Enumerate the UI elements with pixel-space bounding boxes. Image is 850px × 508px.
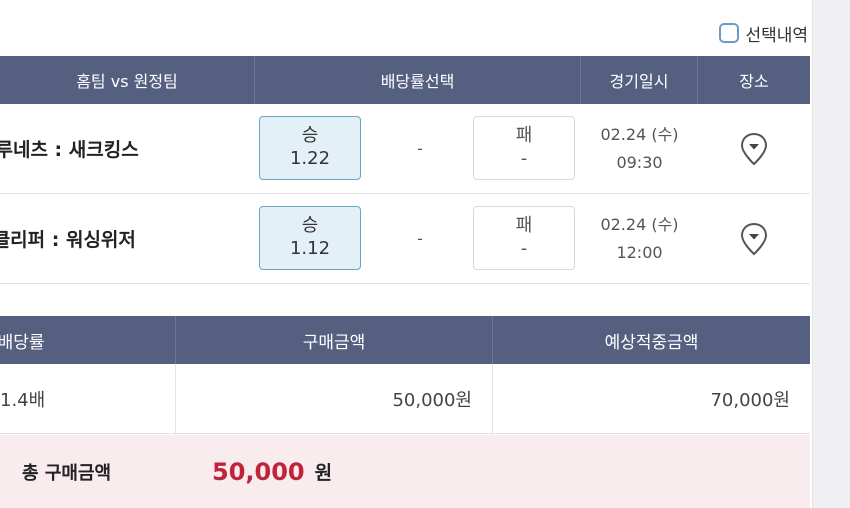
summary-header-odds-label: 상배당률 bbox=[0, 332, 45, 353]
expected-win-value: 70,000원 bbox=[710, 389, 790, 411]
match-teams-label: A클리퍼 : 워싱위저 bbox=[0, 229, 136, 251]
match-teams: A클리퍼 : 워싱위저 bbox=[0, 225, 255, 252]
match-datetime: 02.24 (수) 09:30 bbox=[581, 121, 698, 177]
header-odds: 배당률선택 bbox=[255, 56, 581, 104]
header-time: 경기일시 bbox=[581, 56, 698, 104]
draw-odds: - bbox=[417, 229, 423, 248]
win-label: 승 bbox=[301, 215, 319, 236]
loss-odds-button[interactable]: 패 - bbox=[473, 116, 575, 180]
summary-header-purchase: 구매금액 bbox=[176, 316, 493, 364]
win-label: 승 bbox=[301, 125, 319, 146]
location-pin-icon[interactable] bbox=[739, 222, 769, 256]
summary-header: 상배당률 구매금액 예상적중금액 bbox=[0, 316, 810, 364]
location-pin-icon[interactable] bbox=[739, 132, 769, 166]
match-teams-label: 브루네츠 : 새크킹스 bbox=[0, 139, 139, 161]
total-purchase-unit: 원 bbox=[314, 462, 333, 484]
win-odds-value: 1.22 bbox=[289, 148, 331, 169]
summary-values: 1.4배 50,000원 70,000원 bbox=[0, 364, 810, 434]
match-table-header: 홈팀 vs 원정팀 배당률선택 경기일시 장소 bbox=[0, 56, 810, 104]
match-row: 브루네츠 : 새크킹스 승 1.22 - 패 - 02.24 (수) 09:30 bbox=[0, 104, 810, 194]
odds-cell: 승 1.22 - 패 - bbox=[255, 104, 581, 193]
header-venue: 장소 bbox=[739, 72, 769, 91]
win-odds-button[interactable]: 승 1.22 bbox=[259, 116, 361, 180]
select-history-toggle[interactable]: 선택내역 bbox=[719, 20, 808, 46]
win-odds-button[interactable]: 승 1.12 bbox=[259, 206, 361, 270]
loss-label: 패 bbox=[515, 125, 533, 146]
loss-odds-button[interactable]: 패 - bbox=[473, 206, 575, 270]
total-purchase-amount: 50,000 bbox=[212, 457, 305, 486]
loss-odds-value: - bbox=[520, 238, 528, 259]
match-date: 02.24 (수) bbox=[600, 214, 679, 234]
draw-odds: - bbox=[417, 139, 423, 158]
match-date: 02.24 (수) bbox=[600, 124, 679, 144]
match-row: A클리퍼 : 워싱위저 승 1.12 - 패 - 02.24 (수) 12:00 bbox=[0, 194, 810, 284]
loss-odds-value: - bbox=[520, 148, 528, 169]
venue-cell bbox=[698, 132, 810, 166]
purchase-amount-value: 50,000원 bbox=[176, 364, 493, 433]
betting-slip: 선택내역 홈팀 vs 원정팀 배당률선택 경기일시 장소 브루네츠 : 새크킹스… bbox=[0, 0, 810, 508]
match-time: 09:30 bbox=[616, 152, 663, 172]
total-purchase-bar: 총 구매금액 50,000 원 bbox=[0, 435, 810, 508]
match-teams: 브루네츠 : 새크킹스 bbox=[0, 135, 255, 162]
odds-cell: 승 1.12 - 패 - bbox=[255, 194, 581, 283]
total-purchase-label: 총 구매금액 bbox=[22, 462, 112, 484]
total-odds-value: 1.4배 bbox=[0, 364, 176, 433]
summary-header-expected: 예상적중금액 bbox=[604, 332, 699, 353]
header-teams: 홈팀 vs 원정팀 bbox=[0, 56, 255, 104]
summary-header-odds: 상배당률 bbox=[0, 316, 176, 364]
match-time: 12:00 bbox=[616, 242, 663, 262]
loss-label: 패 bbox=[515, 215, 533, 236]
win-odds-value: 1.12 bbox=[289, 238, 331, 259]
side-rail bbox=[812, 0, 850, 508]
select-history-label: 선택내역 bbox=[745, 25, 808, 46]
match-datetime: 02.24 (수) 12:00 bbox=[581, 211, 698, 267]
select-history-checkbox[interactable] bbox=[719, 23, 740, 43]
venue-cell bbox=[698, 222, 810, 256]
